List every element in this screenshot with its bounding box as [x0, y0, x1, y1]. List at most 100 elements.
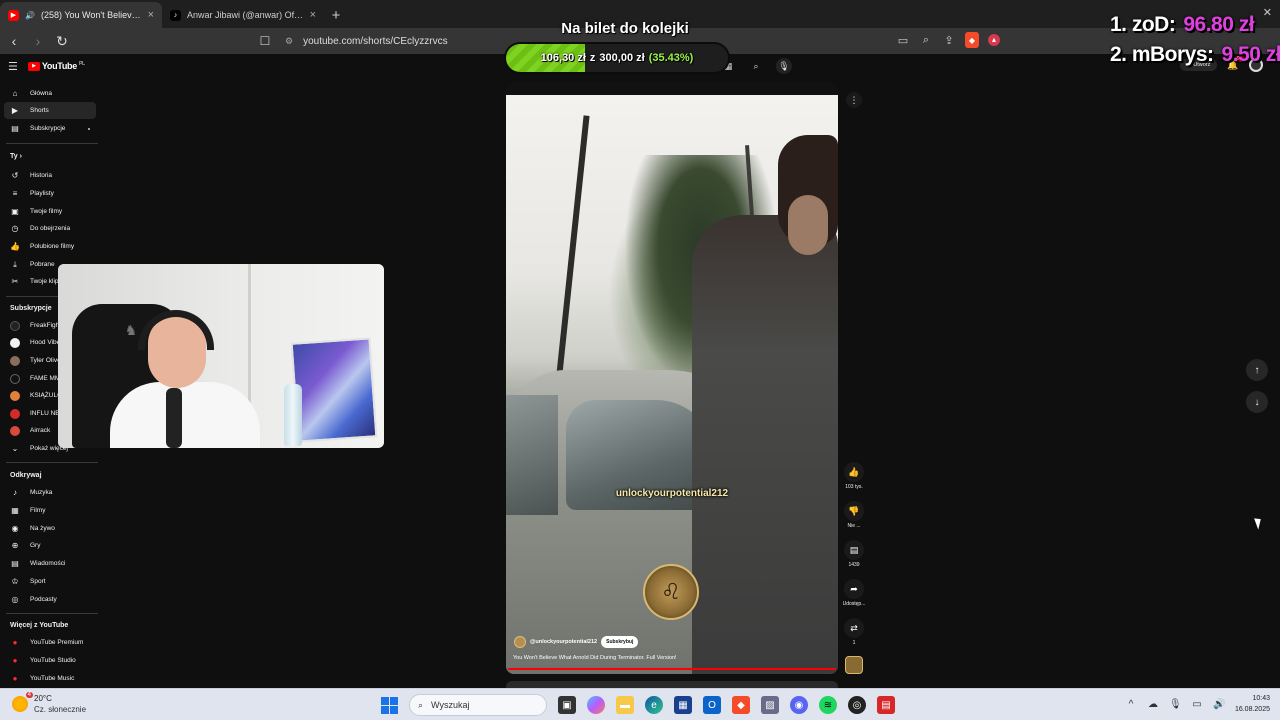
- sidebar-item-home[interactable]: ⌂ Główna: [4, 85, 96, 102]
- short-channel-row: @unlockyourpotential212 Subskrybuj: [514, 636, 639, 648]
- youtube-music-icon: ●: [12, 674, 18, 683]
- sidebar-item-liked[interactable]: 👍 Polubione filmy: [4, 238, 96, 255]
- spotify-icon[interactable]: ≋: [819, 696, 837, 714]
- progress-bar[interactable]: [508, 668, 836, 670]
- sidebar-item-music[interactable]: ♪ Muzyka: [4, 484, 96, 501]
- sidebar-item-subscriptions[interactable]: ▤ Subskrypcje: [4, 120, 96, 137]
- share-icon[interactable]: ➦: [844, 579, 864, 599]
- brave-rewards-icon[interactable]: ▲: [988, 34, 1000, 46]
- shorts-player[interactable]: unlockyourpotential212 ♌ @unlockyourpote…: [506, 82, 838, 674]
- chevron-up-icon[interactable]: ^: [1125, 699, 1137, 710]
- new-tab-button[interactable]: +: [324, 2, 348, 28]
- edge-icon[interactable]: e: [645, 696, 663, 714]
- forward-button[interactable]: ›: [28, 30, 48, 52]
- sidebar-item-history[interactable]: ↺ Historia: [4, 167, 96, 184]
- copilot-icon[interactable]: [587, 696, 605, 714]
- sidebar-item-yt-premium[interactable]: ● YouTube Premium: [4, 634, 96, 651]
- comments-action[interactable]: ▤ 1439: [842, 540, 866, 568]
- sidebar-item-live[interactable]: ◉ Na żywo: [4, 520, 96, 537]
- subscribe-button[interactable]: Subskrybuj: [601, 636, 639, 648]
- tiktok-favicon-icon: ♪: [170, 9, 181, 21]
- channel-name[interactable]: @unlockyourpotential212: [530, 639, 597, 645]
- task-view-icon[interactable]: ▣: [558, 696, 576, 714]
- previous-short-button[interactable]: ↑: [1246, 359, 1268, 381]
- top-donor-row: 2. mBorys: 9.50 zł: [1110, 43, 1280, 66]
- reload-button[interactable]: ↻: [52, 30, 72, 52]
- like-icon[interactable]: 👍: [844, 462, 864, 482]
- site-info-icon[interactable]: ⚙: [285, 36, 293, 47]
- sidebar-item-news[interactable]: ▤ Wiadomości: [4, 555, 96, 572]
- dislike-icon[interactable]: 👎: [844, 501, 864, 521]
- sun-icon: 4: [12, 692, 33, 712]
- close-tab-icon[interactable]: ×: [310, 9, 316, 21]
- dislike-action[interactable]: 👎 Nie ...: [842, 501, 866, 529]
- comment-icon[interactable]: ▤: [844, 540, 864, 560]
- close-tab-icon[interactable]: ×: [148, 9, 154, 21]
- download-icon: ⤓: [13, 259, 17, 269]
- browser-tab-tiktok[interactable]: ♪ Anwar Jibawi (@anwar) Official | TikT.…: [162, 2, 324, 28]
- volume-icon[interactable]: 🔊: [1213, 699, 1225, 710]
- sidebar-item-yt-music[interactable]: ● YouTube Music: [4, 670, 96, 687]
- brave-shields-icon[interactable]: ◆: [965, 32, 979, 48]
- microphone-icon[interactable]: 🎙: [1169, 699, 1182, 710]
- sidebar-item-watch-later[interactable]: ◷ Do obejrzenia: [4, 220, 96, 237]
- sidebar-item-gaming[interactable]: ⊕ Gry: [4, 537, 96, 554]
- sidebar-item-movies[interactable]: ▦ Filmy: [4, 502, 96, 519]
- outlook-icon[interactable]: O: [703, 696, 721, 714]
- browser-tab-youtube[interactable]: ▶ 🔊 (258) You Won't Believe What... ×: [0, 2, 162, 28]
- menu-icon[interactable]: ☰: [8, 60, 18, 73]
- home-icon: ⌂: [12, 89, 18, 98]
- sound-thumbnail[interactable]: [845, 656, 863, 674]
- more-options-icon[interactable]: ⋮: [846, 92, 862, 108]
- tab-title: (258) You Won't Believe What...: [40, 10, 142, 20]
- obs-icon[interactable]: ◎: [848, 696, 866, 714]
- cast-icon[interactable]: ▭: [896, 32, 910, 48]
- url-field[interactable]: ⚙ youtube.com/shorts/CEclyzzrvcs: [285, 32, 448, 50]
- sidebar-item-sport[interactable]: ♔ Sport: [4, 573, 96, 590]
- top-donor-row: 1. zoD: 96.80 zł: [1110, 13, 1255, 36]
- zoom-icon[interactable]: ⌕: [919, 32, 933, 48]
- next-short-button[interactable]: ↓: [1246, 391, 1268, 413]
- channel-avatar: [10, 320, 20, 331]
- bookmark-icon[interactable]: ☐: [257, 32, 273, 50]
- cloud-icon[interactable]: ☁: [1147, 699, 1159, 710]
- youtube-logo[interactable]: ▶ YouTube PL: [27, 61, 85, 71]
- taskbar-search[interactable]: ⌕ Wyszukaj: [409, 694, 547, 716]
- photos-icon[interactable]: ▨: [761, 696, 779, 714]
- sidebar-item-podcasts[interactable]: ◎ Podcasty: [4, 591, 96, 608]
- search-icon: ⌕: [418, 699, 424, 710]
- sidebar-divider: [6, 143, 98, 144]
- like-action[interactable]: 👍 103 tys.: [842, 462, 866, 490]
- podcast-icon: ◎: [11, 595, 19, 604]
- file-explorer-icon[interactable]: ▬: [616, 696, 634, 714]
- back-button[interactable]: ‹: [4, 30, 24, 52]
- channel-avatar: [10, 408, 20, 419]
- channel-avatar[interactable]: [514, 636, 526, 648]
- water-bottle: [284, 384, 302, 446]
- lion-logo-icon: ♌: [643, 564, 699, 620]
- donation-goal-title: Na bilet do kolejki: [561, 20, 689, 37]
- microphone-icon[interactable]: 🎙: [776, 58, 792, 74]
- brave-browser-icon[interactable]: ◆: [732, 696, 750, 714]
- discord-icon[interactable]: ◉: [790, 696, 808, 714]
- store-icon[interactable]: ▦: [674, 696, 692, 714]
- sidebar-item-playlists[interactable]: ≡ Playlisty: [4, 185, 96, 202]
- share-action[interactable]: ➦ Udostęp...: [842, 579, 866, 607]
- youtube-studio-icon: ●: [12, 656, 18, 665]
- search-icon[interactable]: ⌕: [748, 58, 764, 74]
- windows-start-icon[interactable]: [380, 696, 398, 714]
- sidebar-item-shorts[interactable]: ▶ Shorts: [4, 102, 96, 119]
- weather-widget[interactable]: 4 20°C Cz. słonecznie: [12, 692, 86, 715]
- search-area: ▦ ⌕ 🎙: [720, 58, 792, 74]
- short-title[interactable]: You Won't Believe What Arnold Did During…: [513, 655, 677, 661]
- sidebar-header-you[interactable]: Ty ›: [10, 153, 22, 160]
- share-icon[interactable]: ⇪: [942, 32, 956, 48]
- remix-action[interactable]: ⇄ 1: [842, 618, 866, 646]
- sidebar-item-your-videos[interactable]: ▣ Twoje filmy: [4, 203, 96, 220]
- sidebar-item-yt-studio[interactable]: ● YouTube Studio: [4, 652, 96, 669]
- clock[interactable]: 10:43 16.08.2025: [1235, 693, 1270, 715]
- display-icon[interactable]: ▭: [1191, 699, 1203, 710]
- app-icon[interactable]: ▤: [877, 696, 895, 714]
- remix-icon[interactable]: ⇄: [844, 618, 864, 638]
- extensions-area: ▭ ⌕ ⇪ ◆ ▲: [896, 32, 1000, 48]
